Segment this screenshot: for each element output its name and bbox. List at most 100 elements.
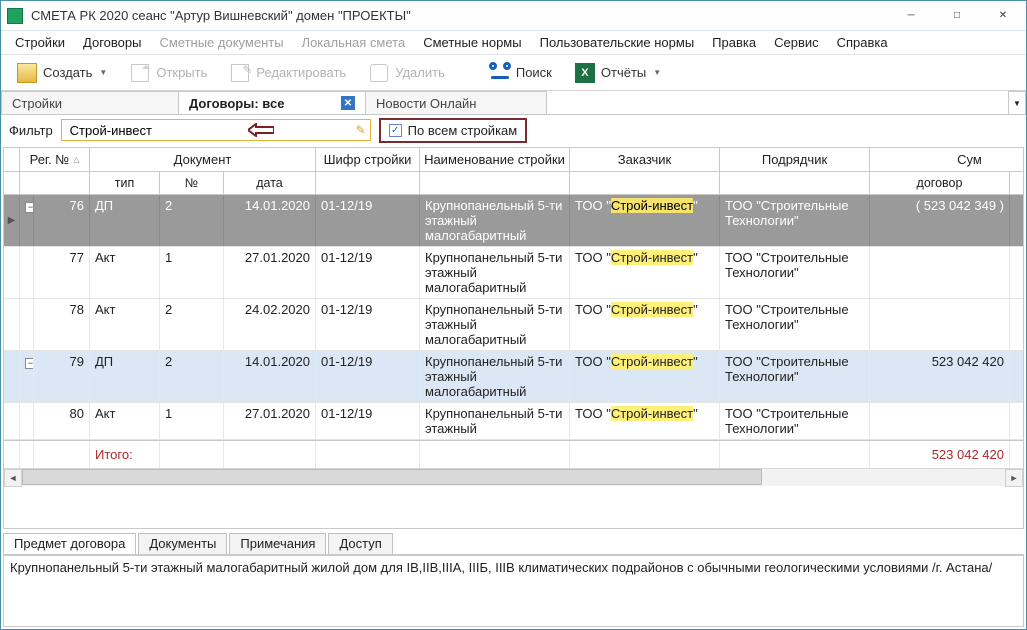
collapse-icon[interactable]: − [25,358,34,369]
minimize-button[interactable]: ─ [888,1,934,31]
tabstrip-overflow[interactable]: ▼ [1008,91,1026,114]
cell-shifr: 01-12/19 [316,195,420,246]
filter-input[interactable] [68,122,346,139]
btab-subject[interactable]: Предмет договора [3,533,136,554]
menu-lokal-smeta: Локальная смета [294,32,414,53]
menu-stroyki[interactable]: Стройки [7,32,73,53]
cell-reg: 76 [34,195,90,246]
menu-pravka[interactable]: Правка [704,32,764,53]
row-indicator [4,247,20,298]
btab-access[interactable]: Доступ [328,533,392,554]
cell-sum [1010,351,1023,402]
all-builds-label: По всем стройкам [408,123,518,138]
col-sum[interactable]: Сум [870,148,1024,171]
filterbar: Фильтр ✎ ✓ По всем стройкам [1,115,1026,145]
col-tip[interactable]: тип [90,172,160,194]
cell-shifr: 01-12/19 [316,351,420,402]
close-button[interactable]: ✕ [980,1,1026,31]
cell-num: 2 [160,195,224,246]
cell-dogovor [870,299,1010,350]
scroll-left-icon[interactable]: ◄ [4,469,22,487]
create-label: Создать [43,65,92,80]
col-podryadchik[interactable]: Подрядчик [720,148,870,171]
cell-zakazchik: ТОО "Строй-инвест" [570,299,720,350]
maximize-button[interactable]: □ [934,1,980,31]
cell-podryadchik: ТОО "Строительные Технологии" [720,195,870,246]
table-row[interactable]: −79ДП214.01.202001-12/19Крупнопанельный … [4,351,1023,403]
btab-notes[interactable]: Примечания [229,533,326,554]
create-button[interactable]: Создать ▼ [7,58,116,88]
col-reg[interactable]: Рег. №△ [20,148,90,171]
table-row[interactable]: ▶−76ДП214.01.202001-12/19Крупнопанельный… [4,195,1023,247]
delete-label: Удалить [395,65,445,80]
col-name[interactable]: Наименование стройки [420,148,570,171]
toolbar: Создать ▼ Открыть Редактировать Удалить … [1,55,1026,91]
menu-smetnye-doc: Сметные документы [151,32,291,53]
cell-date: 24.02.2020 [224,299,316,350]
cell-tip: Акт [90,247,160,298]
sort-asc-icon: △ [73,155,79,164]
col-doc[interactable]: Документ [90,148,316,171]
col-date[interactable]: дата [224,172,316,194]
cell-date: 14.01.2020 [224,195,316,246]
collapse-icon[interactable]: − [25,202,34,213]
menu-smetnye-normy[interactable]: Сметные нормы [415,32,529,53]
filter-label: Фильтр [9,123,53,138]
open-button: Открыть [120,58,216,88]
close-tab-icon[interactable]: ✕ [341,96,355,110]
filter-input-wrap[interactable]: ✎ [61,119,371,141]
scroll-track[interactable] [22,469,1005,487]
totals-label: Итого: [90,441,160,468]
col-shifr[interactable]: Шифр стройки [316,148,420,171]
cell-date: 14.01.2020 [224,351,316,402]
search-label: Поиск [516,65,552,80]
tabstrip: Стройки Договоры: все ✕ Новости Онлайн ▼ [1,91,1026,115]
row-indicator [4,351,20,402]
row-indicator [4,403,20,439]
open-icon [129,62,151,84]
cell-shifr: 01-12/19 [316,299,420,350]
menu-polz-normy[interactable]: Пользовательские нормы [532,32,703,53]
cell-podryadchik: ТОО "Строительные Технологии" [720,247,870,298]
tab-label: Договоры: все [189,96,284,111]
cell-name: Крупнопанельный 5-ти этажный малогабарит… [420,195,570,246]
cell-dogovor: 523 042 420 [870,351,1010,402]
menu-dogovory[interactable]: Договоры [75,32,149,53]
col-num[interactable]: № [160,172,224,194]
menu-spravka[interactable]: Справка [829,32,896,53]
col-dogovor[interactable]: договор [870,172,1010,194]
window-title: СМЕТА РК 2020 сеанс "Артур Вишневский" д… [31,8,411,23]
cell-name: Крупнопанельный 5-ти этажный малогабарит… [420,351,570,402]
cell-reg: 80 [34,403,90,439]
cell-tip: Акт [90,299,160,350]
excel-icon: X [574,62,596,84]
cell-podryadchik: ТОО "Строительные Технологии" [720,403,870,439]
col-zakazchik[interactable]: Заказчик [570,148,720,171]
scroll-thumb[interactable] [22,469,762,485]
cell-name: Крупнопанельный 5-ти этажный малогабарит… [420,299,570,350]
row-indicator: ▶ [4,195,20,246]
tab-news[interactable]: Новости Онлайн [365,91,547,114]
scroll-right-icon[interactable]: ► [1005,469,1023,487]
totals-value: 523 042 420 [870,441,1010,468]
table-row[interactable]: 77Акт127.01.202001-12/19Крупнопанельный … [4,247,1023,299]
reports-button[interactable]: X Отчёты ▼ [565,58,670,88]
cell-reg: 77 [34,247,90,298]
h-scrollbar[interactable]: ◄ ► [4,468,1023,486]
search-button[interactable]: Поиск [480,58,561,88]
cell-tip: Акт [90,403,160,439]
tab-dogovory[interactable]: Договоры: все ✕ [178,91,366,114]
tab-stroyki[interactable]: Стройки [1,91,179,114]
table-row[interactable]: 80Акт127.01.202001-12/19Крупнопанельный … [4,403,1023,440]
cell-dogovor [870,247,1010,298]
pencil-icon[interactable]: ✎ [356,123,366,137]
col-marker [4,148,20,171]
table-row[interactable]: 78Акт224.02.202001-12/19Крупнопанельный … [4,299,1023,351]
delete-icon [368,62,390,84]
chevron-down-icon: ▼ [653,68,661,77]
arrow-left-icon [248,123,274,137]
all-builds-checkbox[interactable]: ✓ По всем стройкам [379,118,528,143]
menu-servis[interactable]: Сервис [766,32,827,53]
cell-podryadchik: ТОО "Строительные Технологии" [720,299,870,350]
btab-docs[interactable]: Документы [138,533,227,554]
